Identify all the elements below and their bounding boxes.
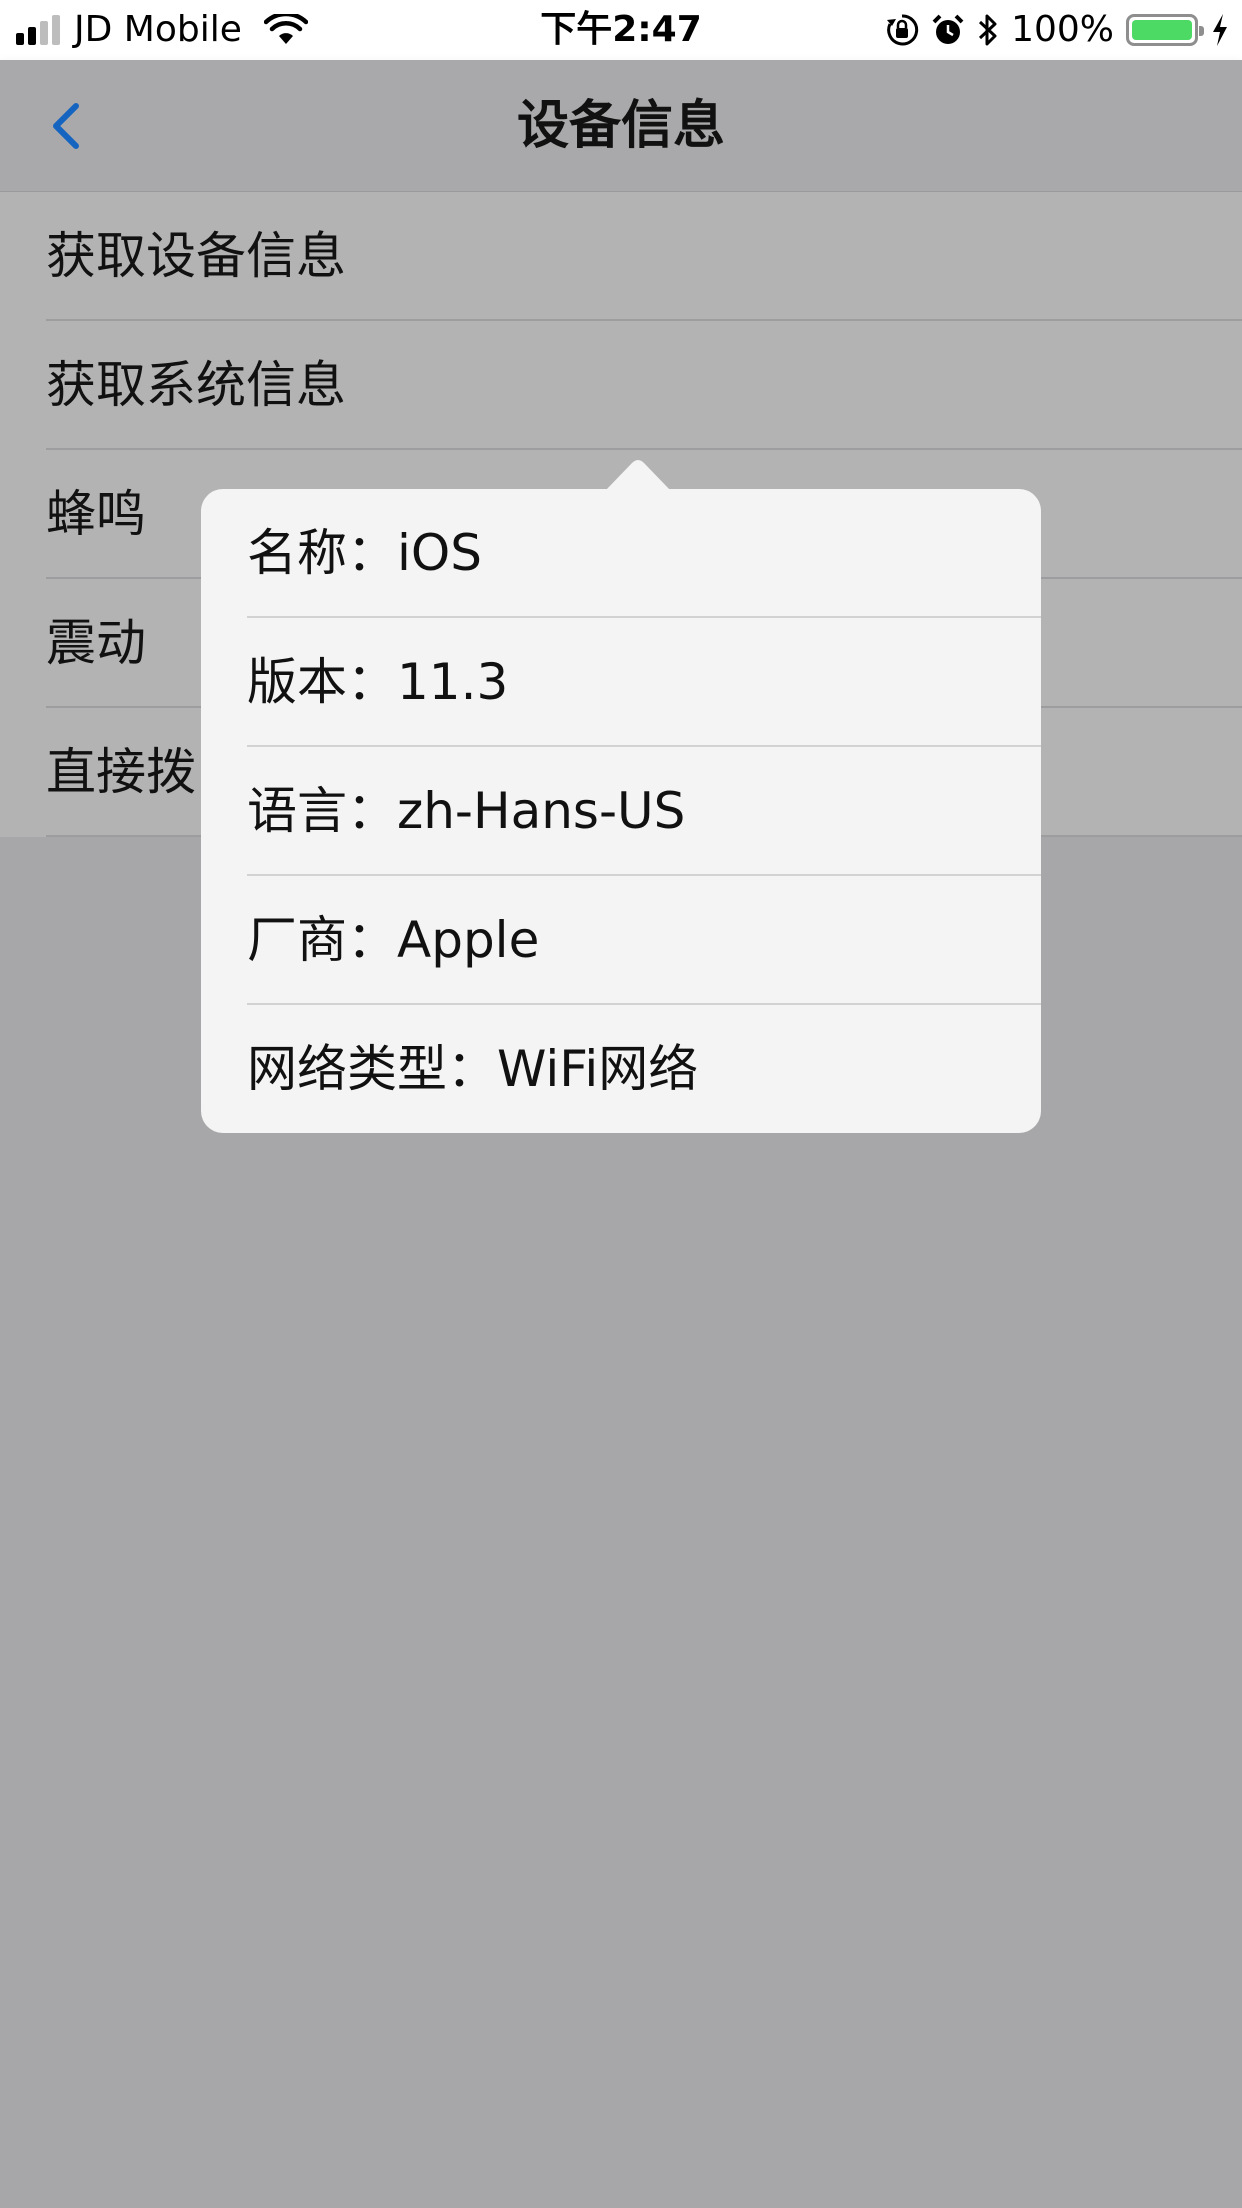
system-info-popover: 名称：iOS 版本：11.3 语言：zh-Hans-US 厂商：Apple 网络… bbox=[201, 489, 1041, 1133]
battery-icon bbox=[1126, 14, 1204, 46]
status-right: 100% bbox=[885, 0, 1230, 60]
popover-row-vendor: 厂商：Apple bbox=[201, 876, 1041, 1005]
page-title: 设备信息 bbox=[516, 96, 725, 156]
popover-arrow bbox=[606, 460, 670, 490]
popover-row-name: 名称：iOS bbox=[201, 489, 1041, 618]
popover-row-network: 网络类型：WiFi网络 bbox=[247, 1040, 699, 1098]
navigation-bar: 设备信息 bbox=[0, 60, 1242, 192]
alarm-icon bbox=[932, 14, 964, 44]
bluetooth-icon bbox=[979, 14, 997, 46]
status-bar: JD Mobile 下午2:47 100% bbox=[0, 0, 1242, 60]
charging-icon bbox=[1213, 14, 1227, 46]
list-item-system-info[interactable]: 获取系统信息 bbox=[0, 321, 1242, 450]
popover-row-version: 版本：11.3 bbox=[201, 618, 1041, 747]
rotation-lock-icon bbox=[887, 14, 919, 46]
screen: JD Mobile 下午2:47 100% 设备信息 获取设备信息 获取系统信息… bbox=[0, 0, 1242, 2208]
battery-percent: 100% bbox=[1011, 9, 1114, 50]
list-item-device-info[interactable]: 获取设备信息 bbox=[0, 192, 1242, 321]
popover-row-language: 语言：zh-Hans-US bbox=[201, 747, 1041, 876]
